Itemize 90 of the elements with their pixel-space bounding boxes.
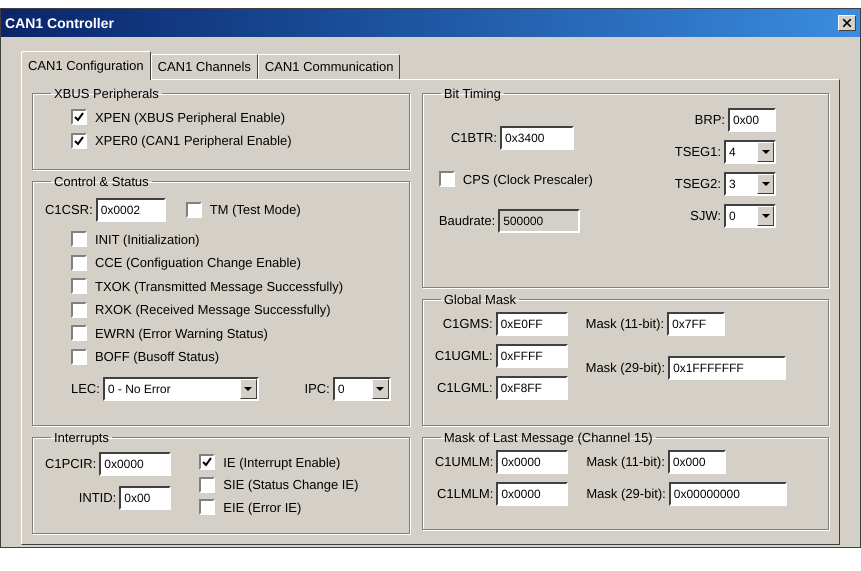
field-label: Mask (11-bit):: [586, 314, 664, 333]
check-icon: [202, 457, 212, 468]
field-label: C1LMLM:: [436, 484, 494, 503]
caret-icon: [762, 214, 770, 218]
input-field[interactable]: 0x0000: [496, 450, 568, 474]
input-field[interactable]: 0x0002: [96, 198, 166, 222]
checkbox-label: TM (Test Mode): [210, 200, 301, 219]
checkbox-label: CCE (Configuation Change Enable): [95, 254, 301, 272]
close-button[interactable]: [838, 15, 856, 31]
dropdown-arrow-button[interactable]: [757, 142, 774, 162]
checkbox[interactable]: [71, 132, 87, 149]
field-label: TSEG1:: [674, 142, 721, 161]
input-field[interactable]: 0x3400: [500, 126, 574, 150]
checkbox-label: RXOK (Received Message Successfully): [95, 301, 331, 319]
input-field[interactable]: 0x00: [119, 486, 172, 510]
input-field[interactable]: 0x00: [728, 108, 776, 132]
checkbox[interactable]: [71, 109, 87, 126]
field-label: Mask (11-bit):: [586, 452, 665, 471]
dropdown-arrow-button[interactable]: [757, 174, 774, 194]
field-label: SJW:: [690, 206, 721, 225]
dropdown-arrow-button[interactable]: [757, 206, 774, 226]
group-title: XBUS Peripherals: [53, 85, 160, 103]
close-icon: [843, 19, 851, 27]
field-label: INTID:: [78, 488, 116, 507]
caret-icon: [244, 386, 252, 390]
checkbox-label: INIT (Initialization): [95, 230, 200, 249]
caret-icon: [762, 182, 770, 186]
group-title: Control & Status: [53, 173, 150, 191]
tab[interactable]: CAN1 Communication: [258, 54, 400, 79]
input-field[interactable]: 0x0000: [496, 482, 568, 506]
input-field[interactable]: 0x000: [668, 450, 726, 474]
check-icon: [74, 112, 84, 122]
check-icon: [74, 136, 84, 146]
dropdown-arrow-button[interactable]: [372, 378, 389, 398]
checkbox[interactable]: [71, 278, 87, 294]
group-title: Global Mask: [442, 291, 518, 309]
checkbox[interactable]: [438, 171, 455, 188]
checkbox[interactable]: [71, 348, 87, 365]
input-field[interactable]: 0x0000: [99, 452, 172, 476]
field-label: TSEG2:: [674, 174, 721, 193]
checkbox[interactable]: [199, 499, 216, 516]
input-field[interactable]: 0xF8FF: [496, 376, 568, 400]
checkbox-label: XPER0 (CAN1 Peripheral Enable): [95, 132, 292, 150]
checkbox[interactable]: [199, 476, 216, 493]
group-title: Mask of Last Message (Channel 15): [442, 429, 654, 447]
checkbox-label: EWRN (Error Warning Status): [95, 324, 268, 343]
field-label: C1BTR:: [450, 128, 498, 147]
dropdown[interactable]: 4: [724, 140, 776, 164]
checkbox[interactable]: [199, 454, 216, 470]
input-field[interactable]: 0x00000000: [668, 482, 787, 506]
tab[interactable]: CAN1 Channels: [150, 54, 258, 79]
checkbox[interactable]: [186, 202, 202, 218]
dropdown-arrow-button[interactable]: [240, 378, 257, 398]
input-field[interactable]: 0x1FFFFFFF: [668, 356, 786, 380]
checkbox[interactable]: [71, 325, 87, 342]
dropdown[interactable]: 0 - No Error: [102, 376, 259, 400]
input-field[interactable]: 0xE0FF: [496, 312, 568, 336]
window-title: CAN1 Controller: [5, 14, 114, 32]
checkbox-label: TXOK (Transmitted Message Successfully): [95, 278, 344, 296]
checkbox-label: XPEN (XBUS Peripheral Enable): [95, 108, 286, 127]
checkbox[interactable]: [71, 302, 87, 318]
field-label: C1GMS:: [442, 314, 493, 333]
checkbox-label: EIE (Error IE): [223, 498, 302, 517]
field-label: Mask (29-bit):: [586, 484, 666, 503]
group-title: Interrupts: [53, 429, 110, 447]
field-label: Mask (29-bit):: [586, 358, 666, 377]
field-label: C1CSR:: [45, 200, 93, 219]
group-title: Bit Timing: [442, 85, 502, 103]
field-label: C1UMLM:: [434, 452, 494, 471]
field-label: Baudrate:: [438, 212, 496, 230]
checkbox[interactable]: [71, 231, 87, 248]
checkbox-label: SIE (Status Change IE): [223, 476, 358, 494]
field-label: LEC:: [71, 380, 100, 398]
dropdown[interactable]: 0: [724, 204, 776, 228]
field-label: C1PCIR:: [45, 454, 96, 473]
dropdown[interactable]: 0: [332, 376, 391, 400]
checkbox-label: CPS (Clock Prescaler): [462, 170, 593, 189]
caret-icon: [376, 386, 384, 390]
checkbox-label: IE (Interrupt Enable): [223, 454, 340, 472]
field-label: BRP:: [694, 110, 725, 129]
input-field[interactable]: 0xFFFF: [496, 344, 568, 368]
dropdown[interactable]: 3: [724, 172, 776, 196]
field-label: IPC:: [304, 380, 330, 398]
field-label: C1UGML:: [434, 346, 493, 365]
input-field[interactable]: 0x7FF: [667, 312, 726, 336]
field-label: C1LGML:: [436, 378, 493, 397]
checkbox[interactable]: [71, 254, 87, 271]
checkbox-label: BOFF (Busoff Status): [95, 348, 220, 366]
caret-icon: [762, 150, 770, 154]
tab[interactable]: CAN1 Configuration: [21, 51, 151, 80]
